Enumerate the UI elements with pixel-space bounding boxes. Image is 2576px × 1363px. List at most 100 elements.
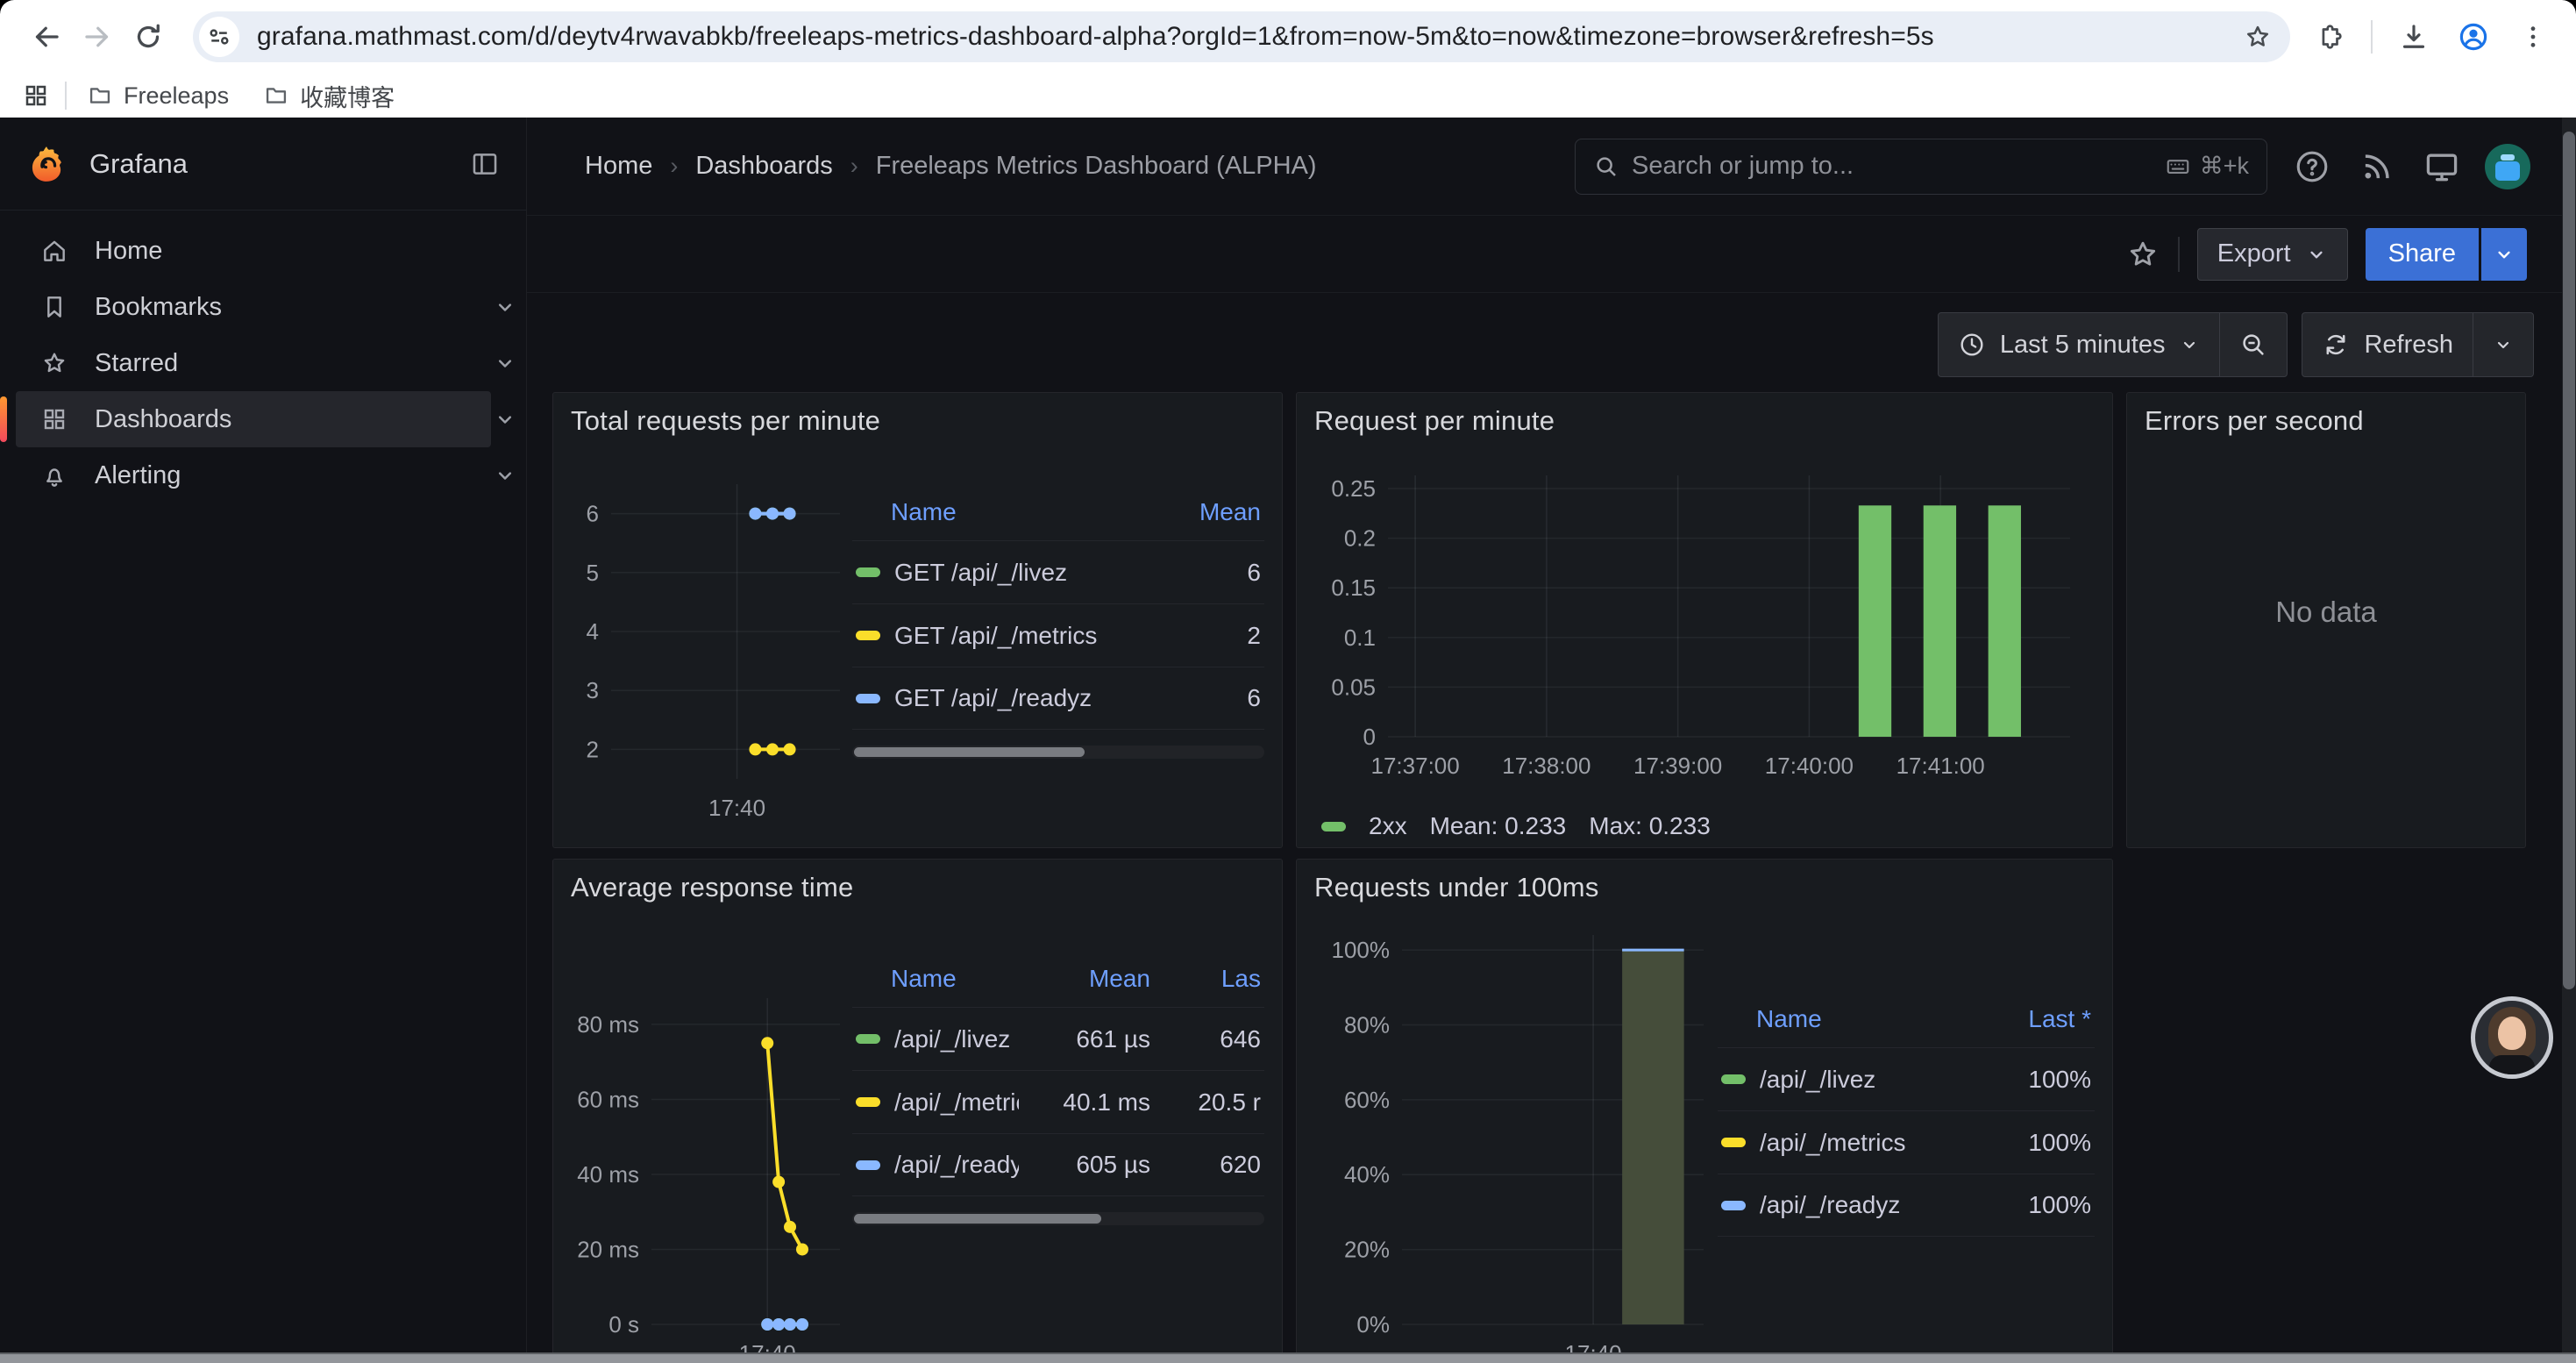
svg-text:0: 0	[1363, 724, 1376, 750]
folder-icon	[88, 83, 112, 108]
brand-title: Grafana	[89, 148, 188, 180]
legend-row[interactable]: /api/_/metrics40.1 ms20.5 r	[852, 1070, 1264, 1133]
bookmark-icon	[40, 293, 70, 321]
horizontal-scrollbar[interactable]	[0, 1352, 2576, 1363]
floating-assistant-avatar[interactable]	[2471, 996, 2553, 1079]
bookmark-folder[interactable]: 收藏博客	[264, 79, 395, 113]
avg-response-chart: 0 s20 ms40 ms60 ms80 ms17:40	[571, 921, 852, 1363]
series-name: /api/_/readyz	[894, 1151, 1019, 1179]
zoom-out-button[interactable]	[2219, 313, 2287, 376]
share-button[interactable]: Share	[2366, 228, 2479, 281]
breadcrumb: Home›Dashboards›Freeleaps Metrics Dashbo…	[585, 152, 1575, 181]
legend-row[interactable]: /api/_/livez661 µs646	[852, 1007, 1264, 1070]
chevron-down-icon[interactable]	[493, 295, 517, 319]
search-input[interactable]: Search or jump to... ⌘+k	[1575, 139, 2267, 195]
svg-text:100%: 100%	[1332, 937, 1391, 963]
legend-table-header[interactable]: NameMeanLas	[852, 965, 1264, 1007]
series-value: 100%	[1977, 1066, 2091, 1094]
url-text[interactable]: grafana.mathmast.com/d/deytv4rwavabkb/fr…	[257, 22, 2231, 52]
favorite-star-icon[interactable]	[2125, 237, 2160, 272]
breadcrumb-item[interactable]: Dashboards	[695, 152, 832, 181]
dashboard-grid: Total requests per minute 2345617:40 Nam…	[527, 377, 2576, 1363]
download-icon[interactable]	[2388, 11, 2439, 62]
breadcrumb-separator: ›	[670, 153, 678, 180]
zoom-out-icon	[2239, 331, 2267, 359]
bookmarks-list: Freeleaps 收藏博客	[88, 79, 430, 113]
no-data-message: No data	[2145, 437, 2508, 788]
forward-button[interactable]	[72, 11, 123, 62]
sidebar-collapse-icon[interactable]	[470, 149, 500, 179]
bookmark-folder[interactable]: Freeleaps	[88, 82, 229, 110]
address-bar[interactable]: grafana.mathmast.com/d/deytv4rwavabkb/fr…	[193, 11, 2290, 62]
bookmark-star-icon[interactable]	[2243, 22, 2273, 52]
panel-title[interactable]: Requests under 100ms	[1314, 872, 2095, 903]
browser-menu-icon[interactable]	[2508, 11, 2558, 62]
legend-scrollbar[interactable]	[852, 1212, 1264, 1225]
reload-button[interactable]	[123, 11, 174, 62]
star-icon	[40, 349, 70, 377]
share-menu-button[interactable]	[2481, 228, 2527, 281]
svg-text:0.15: 0.15	[1331, 574, 1376, 601]
extensions-icon[interactable]	[2304, 11, 2355, 62]
vertical-scrollbar[interactable]	[2562, 118, 2576, 1352]
back-button[interactable]	[21, 11, 72, 62]
breadcrumb-item[interactable]: Home	[585, 152, 652, 181]
legend-table-header[interactable]: NameMean	[852, 498, 1264, 540]
time-range-picker[interactable]: Last 5 minutes	[1939, 313, 2220, 376]
chart-legend[interactable]: 2xx Mean: 0.233 Max: 0.233	[1314, 812, 2095, 840]
sidebar-item-dashboards[interactable]: Dashboards	[16, 391, 491, 447]
series-value: 646	[1150, 1025, 1261, 1053]
site-info-icon[interactable]	[199, 17, 239, 57]
panel-title[interactable]: Request per minute	[1314, 405, 2095, 437]
grafana-logo[interactable]	[26, 144, 67, 184]
user-avatar[interactable]	[2485, 144, 2530, 189]
legend-row[interactable]: /api/_/readyz605 µs620	[852, 1133, 1264, 1196]
refresh-button[interactable]: Refresh	[2302, 313, 2473, 376]
series-value: 661 µs	[1019, 1025, 1150, 1053]
series-value: 100%	[1977, 1129, 2091, 1157]
total-requests-chart: 2345617:40	[571, 454, 852, 848]
sidebar-item-bookmarks[interactable]: Bookmarks	[16, 279, 491, 335]
chevron-down-icon[interactable]	[493, 407, 517, 432]
sidebar-item-starred[interactable]: Starred	[16, 335, 491, 391]
legend-row[interactable]: GET /api/_/readyz6	[852, 667, 1264, 730]
svg-text:0 s: 0 s	[608, 1311, 639, 1338]
chevron-down-icon[interactable]	[493, 351, 517, 375]
legend-row[interactable]: GET /api/_/livez6	[852, 540, 1264, 603]
legend-scrollbar[interactable]	[852, 746, 1264, 759]
clock-icon	[1958, 331, 1986, 359]
home-icon	[40, 237, 70, 265]
monitor-icon[interactable]	[2420, 145, 2464, 189]
apps-grid-icon[interactable]	[23, 82, 49, 109]
refresh-interval-button[interactable]	[2473, 313, 2533, 376]
series-swatch	[1321, 822, 1346, 831]
search-shortcut: ⌘+k	[2165, 153, 2249, 180]
svg-text:0.2: 0.2	[1344, 525, 1376, 552]
sidebar: Grafana HomeBookmarksStarredDashboardsAl…	[0, 118, 527, 1363]
bookmarks-bar: Freeleaps 收藏博客	[0, 74, 2576, 118]
chevron-down-icon	[2493, 243, 2516, 266]
scrollbar-thumb[interactable]	[2563, 132, 2575, 989]
sidebar-item-alerting[interactable]: Alerting	[16, 447, 491, 503]
svg-text:20%: 20%	[1344, 1237, 1390, 1263]
legend-row[interactable]: /api/_/metrics100%	[1718, 1110, 2095, 1174]
svg-text:17:40: 17:40	[708, 795, 765, 821]
legend-table-header[interactable]: NameLast *	[1718, 1005, 2095, 1047]
legend-table: NameMeanLas/api/_/livez661 µs646/api/_/m…	[852, 965, 1264, 1196]
legend-row[interactable]: /api/_/readyz100%	[1718, 1174, 2095, 1237]
export-button[interactable]: Export	[2197, 228, 2348, 281]
help-icon[interactable]	[2290, 145, 2334, 189]
news-rss-icon[interactable]	[2355, 145, 2399, 189]
legend-row[interactable]: GET /api/_/metrics2	[852, 603, 1264, 667]
panel-title[interactable]: Total requests per minute	[571, 405, 1264, 437]
panel-title[interactable]: Average response time	[571, 872, 1264, 903]
series-swatch	[856, 567, 880, 577]
chevron-down-icon[interactable]	[493, 463, 517, 488]
series-name: GET /api/_/metrics	[894, 622, 1156, 650]
search-icon	[1593, 153, 1619, 180]
breadcrumb-item: Freeleaps Metrics Dashboard (ALPHA)	[876, 152, 1317, 181]
profile-icon[interactable]	[2448, 11, 2499, 62]
panel-title[interactable]: Errors per second	[2145, 405, 2508, 437]
legend-row[interactable]: /api/_/livez100%	[1718, 1047, 2095, 1110]
sidebar-item-home[interactable]: Home	[16, 223, 491, 279]
